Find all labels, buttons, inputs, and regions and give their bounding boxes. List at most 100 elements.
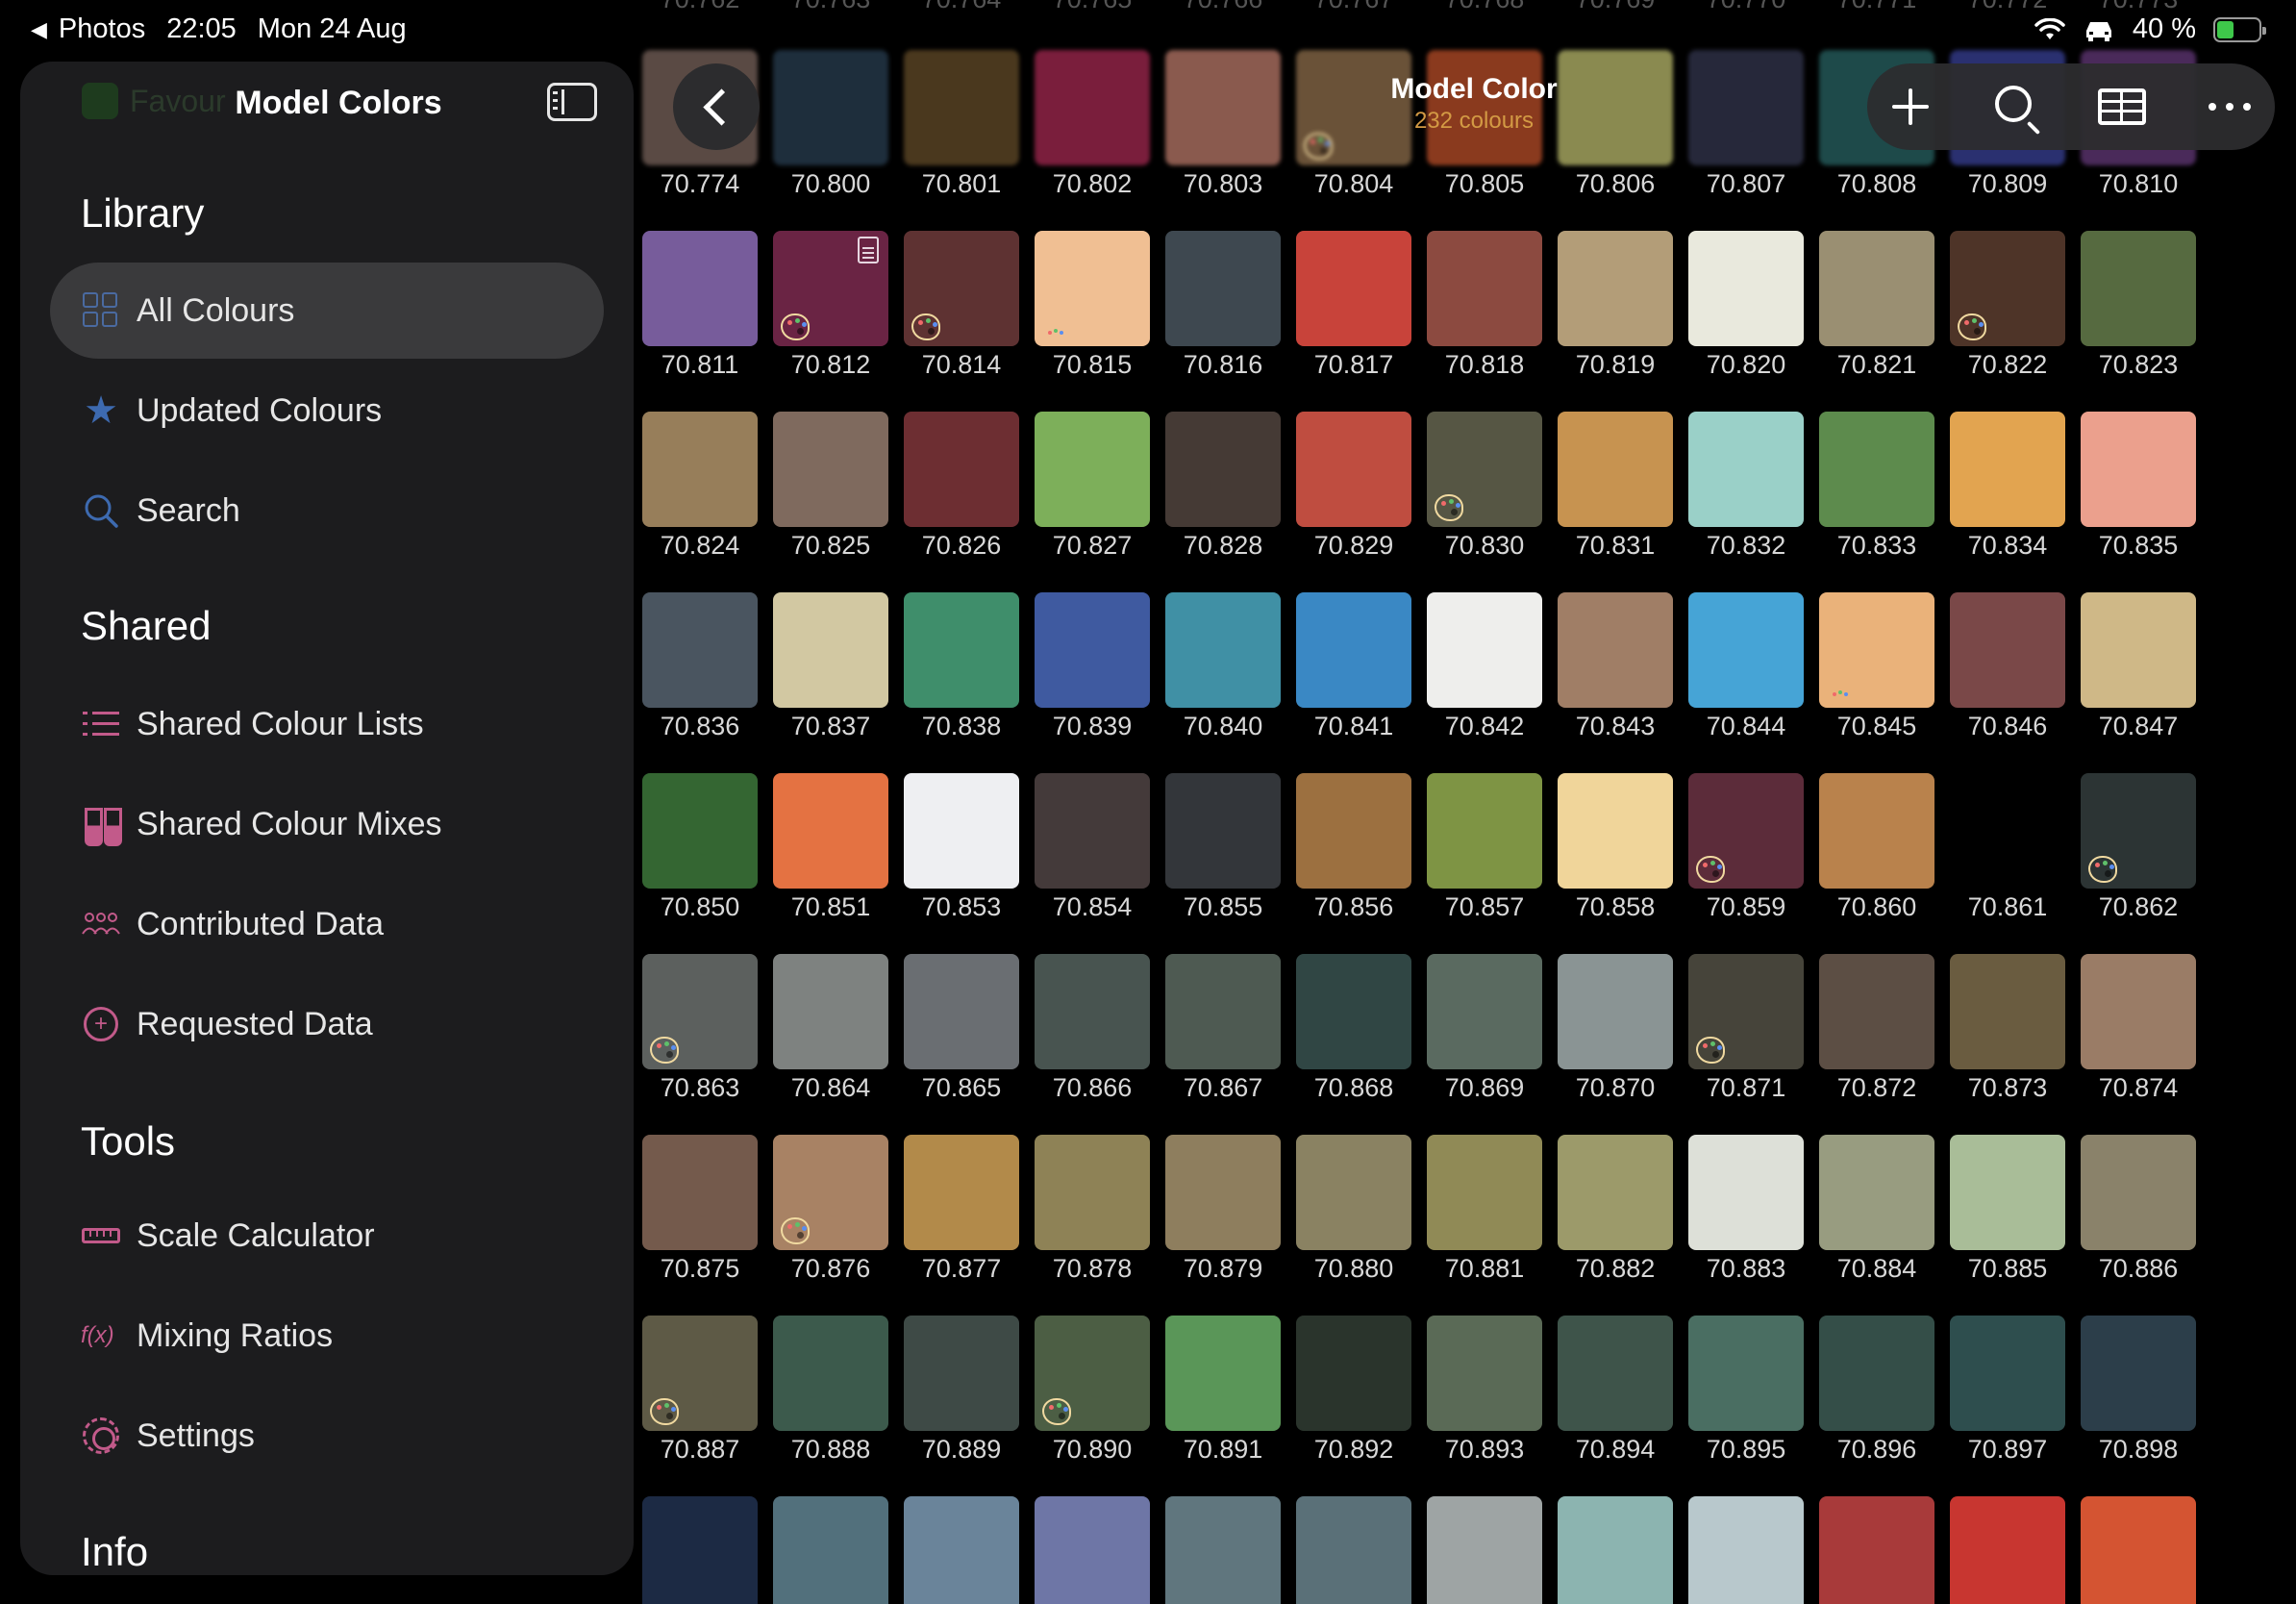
colour-swatch[interactable] [773, 1316, 888, 1431]
colour-grid[interactable]: 70.76270.76370.76470.76570.76670.76770.7… [635, 0, 2296, 1604]
colour-swatch[interactable] [642, 1316, 758, 1431]
sidebar-toggle-icon[interactable] [547, 83, 597, 121]
sidebar-item-shared-colour-lists[interactable]: Shared Colour Lists [50, 676, 604, 772]
colour-swatch[interactable] [904, 1316, 1019, 1431]
colour-swatch[interactable] [773, 773, 888, 889]
colour-swatch[interactable] [1819, 231, 1934, 346]
colour-swatch[interactable] [642, 1496, 758, 1604]
colour-swatch[interactable] [1427, 231, 1542, 346]
more-button[interactable] [2186, 63, 2273, 150]
colour-swatch[interactable] [1427, 412, 1542, 527]
colour-swatch[interactable] [642, 231, 758, 346]
colour-swatch[interactable] [642, 773, 758, 889]
colour-swatch[interactable] [1558, 954, 1673, 1069]
sidebar-item-search[interactable]: Search [50, 463, 604, 559]
colour-swatch[interactable] [2081, 231, 2196, 346]
colour-swatch[interactable] [1688, 1496, 1804, 1604]
colour-swatch[interactable] [1819, 412, 1934, 527]
colour-swatch[interactable] [1819, 773, 1934, 889]
colour-swatch[interactable] [1950, 1496, 2065, 1604]
colour-swatch[interactable] [904, 231, 1019, 346]
sidebar-item-updated-colours[interactable]: ★ Updated Colours [50, 363, 604, 459]
back-to-app-label[interactable]: Photos [59, 13, 145, 45]
colour-swatch[interactable] [1950, 1316, 2065, 1431]
colour-swatch[interactable] [1165, 1496, 1281, 1604]
colour-swatch[interactable] [1165, 231, 1281, 346]
colour-swatch[interactable] [2081, 1135, 2196, 1250]
colour-swatch[interactable] [1819, 592, 1934, 708]
colour-swatch[interactable] [1165, 954, 1281, 1069]
colour-swatch[interactable] [904, 954, 1019, 1069]
colour-swatch[interactable] [1819, 1496, 1934, 1604]
sidebar-item-mixing-ratios[interactable]: f(x) Mixing Ratios [50, 1288, 604, 1384]
colour-swatch[interactable] [2081, 1496, 2196, 1604]
colour-swatch[interactable] [1296, 1316, 1411, 1431]
colour-swatch[interactable] [1950, 592, 2065, 708]
colour-swatch[interactable] [1165, 1135, 1281, 1250]
colour-swatch[interactable] [1427, 592, 1542, 708]
colour-swatch[interactable] [1296, 231, 1411, 346]
colour-swatch[interactable] [1165, 1316, 1281, 1431]
colour-swatch[interactable] [1558, 231, 1673, 346]
back-to-app-icon[interactable]: ◀ [31, 17, 47, 42]
colour-swatch[interactable] [773, 412, 888, 527]
colour-swatch[interactable] [1165, 773, 1281, 889]
colour-swatch[interactable] [1819, 954, 1934, 1069]
back-button[interactable] [673, 63, 760, 150]
colour-swatch[interactable] [1950, 773, 2065, 889]
colour-swatch[interactable] [642, 412, 758, 527]
colour-swatch[interactable] [1296, 773, 1411, 889]
colour-swatch[interactable] [1558, 773, 1673, 889]
colour-swatch[interactable] [1558, 1496, 1673, 1604]
colour-swatch[interactable] [642, 954, 758, 1069]
colour-swatch[interactable] [1296, 592, 1411, 708]
colour-swatch[interactable] [773, 231, 888, 346]
sidebar-item-contributed-data[interactable]: Contributed Data [50, 876, 604, 972]
sidebar-item-requested-data[interactable]: + Requested Data [50, 976, 604, 1072]
colour-swatch[interactable] [1035, 773, 1150, 889]
colour-swatch[interactable] [1688, 412, 1804, 527]
colour-swatch[interactable] [1558, 1316, 1673, 1431]
colour-swatch[interactable] [1165, 412, 1281, 527]
colour-swatch[interactable] [904, 773, 1019, 889]
colour-swatch[interactable] [1165, 50, 1281, 165]
colour-swatch[interactable] [1296, 1135, 1411, 1250]
sidebar-item-shared-colour-mixes[interactable]: Shared Colour Mixes [50, 776, 604, 872]
table-view-button[interactable] [2079, 63, 2165, 150]
colour-swatch[interactable] [773, 592, 888, 708]
colour-swatch[interactable] [904, 1135, 1019, 1250]
colour-swatch[interactable] [1296, 954, 1411, 1069]
colour-swatch[interactable] [1950, 954, 2065, 1069]
sidebar-item-settings[interactable]: Settings [50, 1388, 604, 1484]
colour-swatch[interactable] [1558, 1135, 1673, 1250]
colour-swatch[interactable] [1427, 1496, 1542, 1604]
colour-swatch[interactable] [904, 412, 1019, 527]
colour-swatch[interactable] [904, 1496, 1019, 1604]
colour-swatch[interactable] [1950, 1135, 2065, 1250]
add-button[interactable] [1867, 63, 1954, 150]
colour-swatch[interactable] [2081, 412, 2196, 527]
colour-swatch[interactable] [1427, 1316, 1542, 1431]
colour-swatch[interactable] [1427, 773, 1542, 889]
colour-swatch[interactable] [773, 1135, 888, 1250]
colour-swatch[interactable] [1165, 592, 1281, 708]
colour-swatch[interactable] [1688, 592, 1804, 708]
colour-swatch[interactable] [1035, 1316, 1150, 1431]
colour-swatch[interactable] [1688, 773, 1804, 889]
colour-swatch[interactable] [1427, 1135, 1542, 1250]
colour-swatch[interactable] [1035, 954, 1150, 1069]
colour-swatch[interactable] [773, 954, 888, 1069]
colour-swatch[interactable] [773, 1496, 888, 1604]
colour-swatch[interactable] [1688, 50, 1804, 165]
colour-swatch[interactable] [773, 50, 888, 165]
sidebar-item-scale-calculator[interactable]: Scale Calculator [50, 1188, 604, 1284]
colour-swatch[interactable] [2081, 954, 2196, 1069]
colour-swatch[interactable] [1035, 1496, 1150, 1604]
colour-swatch[interactable] [642, 592, 758, 708]
colour-swatch[interactable] [1035, 231, 1150, 346]
colour-swatch[interactable] [1688, 954, 1804, 1069]
sidebar-item-all-colours[interactable]: All Colours [50, 263, 604, 359]
colour-swatch[interactable] [1688, 231, 1804, 346]
search-button[interactable] [1973, 63, 2059, 150]
colour-swatch[interactable] [1296, 412, 1411, 527]
